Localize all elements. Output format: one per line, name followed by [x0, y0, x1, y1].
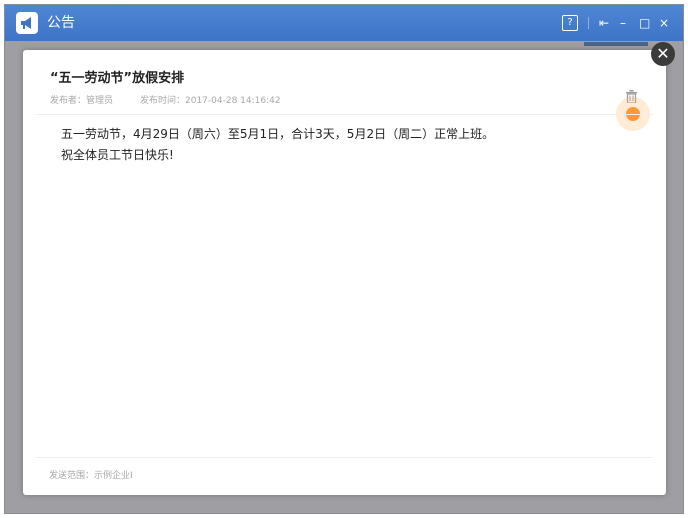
- underlay-tab: [584, 42, 648, 46]
- megaphone-icon: [16, 12, 38, 34]
- close-window-button[interactable]: ×: [659, 14, 669, 32]
- notice-body-line: 祝全体员工节日快乐!: [61, 148, 174, 162]
- notice-title: “五一劳动节”放假安排: [50, 71, 185, 86]
- help-icon[interactable]: ?: [562, 15, 578, 31]
- maximize-button[interactable]: □: [639, 14, 650, 32]
- notice-body-line: 五一劳动节，4月29日（周六）至5月1日，合计3天，5月2日（周二）正常上班。: [61, 127, 495, 141]
- window-title: 公告: [47, 15, 75, 31]
- title-bar: 公告 ? ⇤ – □ ×: [5, 5, 683, 41]
- header-divider: [35, 114, 653, 115]
- titlebar-separator: [588, 17, 589, 29]
- notice-body: 五一劳动节，4月29日（周六）至5月1日，合计3天，5月2日（周二）正常上班。 …: [61, 124, 641, 166]
- dock-icon[interactable]: ⇤: [599, 14, 609, 32]
- footer-divider: [35, 457, 653, 458]
- minimize-button[interactable]: –: [620, 14, 626, 32]
- close-dialog-button[interactable]: ✕: [651, 42, 675, 66]
- publisher-meta: 发布者：管理员: [50, 96, 114, 106]
- send-scope: 发送范围：示例企业I: [49, 471, 133, 481]
- notice-dialog: “五一劳动节”放假安排 发布者：管理员 发布时间：2017-04-28 14:1…: [23, 50, 666, 495]
- publish-time-meta: 发布时间：2017-04-28 14:16:42: [140, 96, 281, 106]
